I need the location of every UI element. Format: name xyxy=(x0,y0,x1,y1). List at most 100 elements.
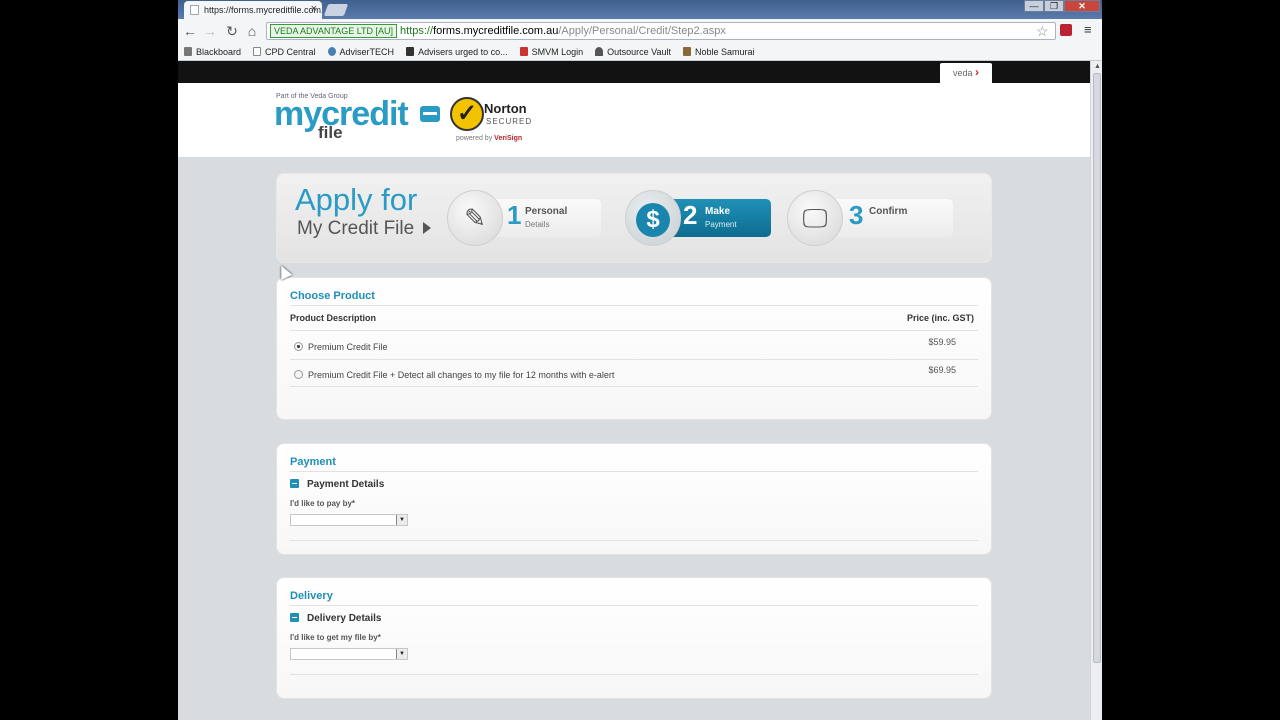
divider xyxy=(290,471,978,472)
step-label: Personal Details xyxy=(525,205,567,231)
dollar-icon: $ xyxy=(625,190,681,246)
get-file-by-select[interactable]: ▼ xyxy=(290,648,408,660)
bookmark-advisers-urged[interactable]: Advisers urged to co... xyxy=(406,47,508,57)
chevron-down-icon[interactable]: ▼ xyxy=(396,515,407,525)
delivery-details-toggle[interactable]: Delivery Details xyxy=(290,613,382,624)
extension-icon[interactable] xyxy=(1060,24,1072,36)
delivery-section: Delivery Delivery Details I'd like to ge… xyxy=(276,577,992,699)
new-tab-button[interactable] xyxy=(323,4,349,16)
url-scheme: https:// xyxy=(400,25,434,37)
collapse-icon[interactable] xyxy=(290,479,299,488)
back-arrow-icon[interactable]: ← xyxy=(182,23,198,39)
home-icon[interactable]: ⌂ xyxy=(244,23,260,39)
tab-close-icon[interactable]: × xyxy=(311,3,317,15)
scroll-up-icon[interactable]: ▲ xyxy=(1094,63,1101,70)
bookmark-advisertech[interactable]: AdviserTECH xyxy=(327,47,394,57)
payment-details-toggle[interactable]: Payment Details xyxy=(290,479,384,490)
vault-icon xyxy=(595,47,604,56)
web-page: veda › Part of the Veda Group mycredit f… xyxy=(178,61,1090,720)
divider xyxy=(290,305,978,306)
step-number: 2 xyxy=(683,200,698,230)
step-personal-details[interactable]: ✎ 1 Personal Details xyxy=(447,190,607,246)
norton-secured-badge[interactable]: ✓ Norton SECURED powered by VeriSign xyxy=(450,93,540,145)
step-label-main: Personal xyxy=(525,206,568,217)
page-icon xyxy=(253,47,262,56)
step-number: 1 xyxy=(507,200,522,230)
product-row[interactable]: Premium Credit File + Detect all changes… xyxy=(290,360,974,388)
bookmark-noble-samurai[interactable]: Noble Samurai xyxy=(683,47,755,57)
norton-check-icon: ✓ xyxy=(450,97,484,131)
window-controls: — ❐ ✕ xyxy=(1024,0,1100,12)
bookmark-blackboard[interactable]: Blackboard xyxy=(184,47,241,57)
chevron-down-icon[interactable]: ▼ xyxy=(396,649,407,659)
snowflake-icon xyxy=(327,47,336,56)
product-description: Premium Credit File + Detect all changes… xyxy=(308,370,615,380)
divider xyxy=(290,540,978,541)
bookmark-label: Advisers urged to co... xyxy=(418,46,508,57)
step-label: Confirm xyxy=(869,205,907,218)
pay-by-select[interactable]: ▼ xyxy=(290,514,408,526)
browser-window: https://forms.mycreditfile.com.au × — ❐ … xyxy=(178,0,1102,720)
pay-by-label: I'd like to pay by* xyxy=(290,499,356,508)
apply-title: Apply for xyxy=(295,182,418,217)
chart-icon xyxy=(406,47,415,56)
section-title: Choose Product xyxy=(290,290,375,302)
bookmark-label: Blackboard xyxy=(196,46,242,57)
product-price: $59.95 xyxy=(928,337,956,347)
sub-title: Delivery Details xyxy=(307,613,382,624)
step-make-payment[interactable]: $ 2 Make Payment xyxy=(625,190,773,246)
powered-brand: VeriSign xyxy=(494,135,523,142)
ev-certificate-badge[interactable]: VEDA ADVANTAGE LTD [AU] xyxy=(270,24,398,38)
apply-subtitle: My Credit File xyxy=(297,218,415,239)
screen: https://forms.mycreditfile.com.au × — ❐ … xyxy=(0,0,1280,720)
tab-title: https://forms.mycreditfile.com.au xyxy=(204,5,322,15)
bookmark-smvm-login[interactable]: SMVM Login xyxy=(519,47,583,57)
maximize-button[interactable]: ❐ xyxy=(1044,0,1064,12)
login-icon xyxy=(519,47,528,56)
step-confirm[interactable]: 🖵 3 Confirm xyxy=(787,190,959,246)
forward-arrow-icon[interactable]: → xyxy=(202,23,218,39)
step-label-sub: Details xyxy=(525,220,550,229)
collapse-icon[interactable] xyxy=(290,613,299,622)
veda-link[interactable]: veda › xyxy=(940,63,992,83)
payment-section: Payment Payment Details I'd like to pay … xyxy=(276,443,992,555)
application-steps-panel: Apply for My Credit File ✎ 1 Personal Det… xyxy=(276,173,992,263)
browser-toolbar: ← → ↻ ⌂ VEDA ADVANTAGE LTD [AU] https://f… xyxy=(178,19,1102,43)
product-row[interactable]: Premium Credit File $59.95 xyxy=(290,332,974,360)
monitor-icon: 🖵 xyxy=(787,190,843,246)
url-path: /Apply/Personal/Credit/Step2.aspx xyxy=(558,25,726,37)
scrollbar-thumb[interactable] xyxy=(1093,73,1101,663)
bookmark-cpd-central[interactable]: CPD Central xyxy=(253,47,316,57)
bookmark-outsource-vault[interactable]: Outsource Vault xyxy=(595,47,671,57)
choose-product-section: Choose Product Product Description Price… xyxy=(276,277,992,420)
product-radio-selected[interactable] xyxy=(294,342,303,351)
divider xyxy=(290,386,978,387)
bookmarks-bar: Blackboard CPD Central AdviserTECH Advis… xyxy=(178,43,1102,61)
samurai-icon xyxy=(683,47,692,56)
reload-icon[interactable]: ↻ xyxy=(224,23,240,39)
product-description: Premium Credit File xyxy=(308,342,388,352)
page-favicon-icon xyxy=(190,5,199,15)
norton-name: Norton xyxy=(484,101,527,116)
bookmark-label: CPD Central xyxy=(265,46,316,57)
step-label: Make Payment xyxy=(705,205,737,231)
page-scrollbar[interactable]: ▲ xyxy=(1090,61,1102,720)
norton-powered-by: powered by VeriSign xyxy=(456,135,522,142)
norton-secured-text: SECURED xyxy=(486,117,533,126)
site-header: Part of the Veda Group mycredit file ✓ N… xyxy=(178,83,1090,157)
step-label-sub: Payment xyxy=(705,220,737,229)
divider xyxy=(290,330,978,331)
menu-icon[interactable]: ≡ xyxy=(1084,22,1092,37)
product-radio[interactable] xyxy=(294,370,303,379)
credit-card-icon xyxy=(420,106,440,122)
bookmark-star-icon[interactable]: ☆ xyxy=(1036,23,1049,40)
address-bar[interactable]: VEDA ADVANTAGE LTD [AU] https://forms.myc… xyxy=(266,22,1056,40)
sub-title: Payment Details xyxy=(307,479,385,490)
bookmark-label: Outsource Vault xyxy=(607,46,672,57)
minimize-button[interactable]: — xyxy=(1024,0,1044,12)
close-window-button[interactable]: ✕ xyxy=(1064,0,1100,12)
browser-tab[interactable]: https://forms.mycreditfile.com.au × xyxy=(184,1,322,19)
step-label-main: Make xyxy=(705,206,731,217)
pencil-icon: ✎ xyxy=(447,190,503,246)
tab-bar: https://forms.mycreditfile.com.au × — ❐ … xyxy=(178,0,1102,19)
